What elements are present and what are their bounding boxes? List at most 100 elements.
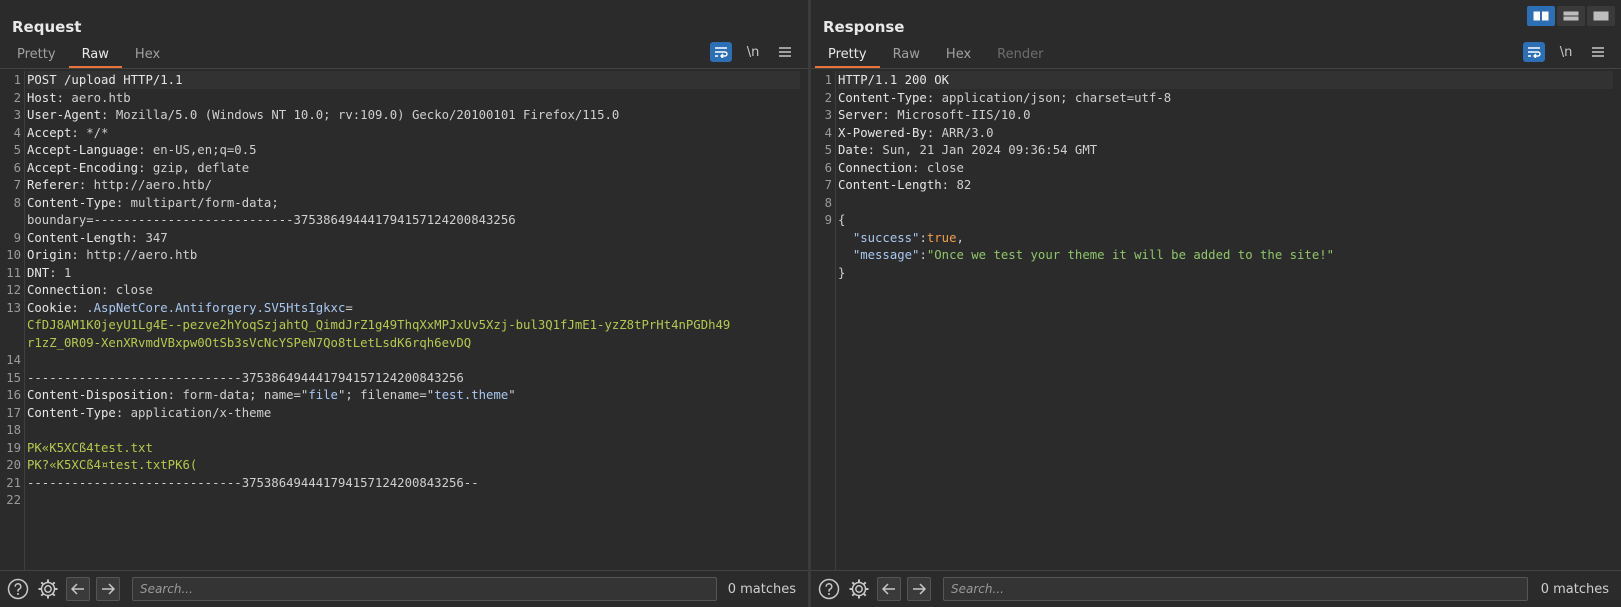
code-token: Content-Type <box>27 195 116 210</box>
code-line[interactable]: Accept-Language: en-US,en;q=0.5 <box>27 141 800 159</box>
response-tabs: Pretty Raw Hex Render <box>815 42 1056 68</box>
code-token: : <box>919 230 927 245</box>
code-line[interactable]: Origin: http://aero.htb <box>27 246 800 264</box>
response-footer: 0 matches <box>811 570 1621 607</box>
request-footer: 0 matches <box>0 570 808 607</box>
code-token: : 1 <box>49 265 72 280</box>
code-token: Server <box>838 108 883 122</box>
line-number: 4 <box>13 125 21 140</box>
code-token: Host <box>27 90 57 105</box>
line-number: 21 <box>6 475 21 490</box>
code-line[interactable]: Content-Disposition: form-data; name="fi… <box>27 386 800 404</box>
response-tab-render[interactable]: Render <box>984 42 1056 68</box>
code-token: : multipart/form-data; <box>115 195 279 210</box>
code-line[interactable]: Content-Type: multipart/form-data; <box>27 194 800 212</box>
code-line[interactable]: r1zZ_0R09-XenXRvmdVBxpw0OtSb3sVcNcYSPeN7… <box>27 334 800 352</box>
help-icon[interactable] <box>6 577 30 601</box>
gear-icon[interactable] <box>36 577 60 601</box>
line-number: 20 <box>6 458 21 472</box>
arrow-left-icon[interactable] <box>877 577 901 601</box>
code-line[interactable]: PK«K5XCß4test.txt <box>27 439 800 457</box>
code-token: : form-data; name=" <box>167 388 309 402</box>
code-token: DNT <box>27 265 50 280</box>
code-line[interactable]: X-Powered-By: ARR/3.0 <box>838 124 1613 142</box>
request-tab-pretty[interactable]: Pretty <box>4 42 69 68</box>
code-line[interactable]: { <box>838 211 1613 229</box>
arrow-left-icon[interactable] <box>66 577 90 601</box>
code-line[interactable]: "message":"Once we test your theme it wi… <box>838 246 1613 264</box>
code-token: : http://aero.htb <box>71 248 198 262</box>
response-tab-pretty[interactable]: Pretty <box>815 42 880 68</box>
code-line[interactable]: User-Agent: Mozilla/5.0 (Windows NT 10.0… <box>27 106 800 124</box>
code-line[interactable] <box>27 351 800 369</box>
code-token: : Mozilla/5.0 (Windows NT 10.0; rv:109.0… <box>101 108 620 122</box>
code-line[interactable]: Content-Type: application/x-theme <box>27 404 800 422</box>
response-tab-raw[interactable]: Raw <box>880 42 933 68</box>
code-line[interactable]: HTTP/1.1 200 OK <box>838 71 1613 89</box>
code-token: : application/x-theme <box>115 405 272 420</box>
code-line[interactable]: Content-Type: application/json; charset=… <box>838 89 1613 107</box>
response-tab-hex[interactable]: Hex <box>933 42 984 68</box>
response-editor[interactable]: 1 2 3 4 5 6 7 8 9 HTTP/1.1 200 OK Content-Type: a… <box>811 71 1621 570</box>
single-pane-icon[interactable] <box>1587 6 1615 26</box>
arrow-right-icon[interactable] <box>96 577 120 601</box>
code-line[interactable]: POST /upload HTTP/1.1 <box>27 71 800 89</box>
code-line[interactable]: PK?«K5XCß4¤test.txtPK6( <box>27 456 800 474</box>
menu-icon[interactable] <box>1587 42 1609 62</box>
code-line[interactable]: Accept-Encoding: gzip, deflate <box>27 159 800 177</box>
newline-toggle[interactable]: \n <box>742 42 764 62</box>
code-line[interactable]: "success":true, <box>838 229 1613 247</box>
code-token: { <box>838 213 846 227</box>
request-tab-raw[interactable]: Raw <box>68 42 122 68</box>
menu-icon[interactable] <box>774 42 796 62</box>
code-line[interactable] <box>27 421 800 439</box>
response-search-input[interactable] <box>943 577 1528 601</box>
line-number: 10 <box>6 248 21 262</box>
code-token: Cookie <box>27 300 72 315</box>
split-horizontal-icon[interactable] <box>1527 6 1555 26</box>
line-number: 5 <box>13 143 21 157</box>
line-number: 19 <box>6 440 21 455</box>
code-token: Referer <box>27 178 79 192</box>
code-line[interactable] <box>838 194 1613 212</box>
code-line[interactable]: Content-Length: 347 <box>27 229 800 247</box>
code-token: r1zZ_0R09-XenXRvmdVBxpw0OtSb3sVcNcYSPeN7… <box>27 335 472 350</box>
code-line[interactable]: Cookie: .AspNetCore.Antiforgery.SV5HtsIg… <box>27 299 800 317</box>
line-number: 16 <box>6 388 21 402</box>
split-vertical-icon[interactable] <box>1557 6 1585 26</box>
line-number: 6 <box>13 160 21 175</box>
code-line[interactable]: Content-Length: 82 <box>838 176 1613 194</box>
code-line[interactable]: } <box>838 264 1613 282</box>
code-line[interactable]: -----------------------------37538649444… <box>27 369 800 387</box>
code-token: -----------------------------37538649444… <box>27 475 479 490</box>
line-number: 3 <box>13 108 21 122</box>
request-editor[interactable]: 1 2 3 4 5 6 7 8 9 10 11 12 13 14 15 16 17 18 19 20 21 22 POST… <box>0 71 808 570</box>
code-line[interactable]: -----------------------------37538649444… <box>27 474 800 492</box>
help-icon[interactable] <box>817 577 841 601</box>
code-token: PK«K5XCß4test.txt <box>27 440 153 455</box>
code-line[interactable]: Referer: http://aero.htb/ <box>27 176 800 194</box>
line-number: 17 <box>6 405 21 420</box>
request-search-input[interactable] <box>132 577 717 601</box>
code-line[interactable] <box>27 491 800 509</box>
code-line[interactable]: Connection: close <box>27 281 800 299</box>
code-line[interactable]: boundary=---------------------------3753… <box>27 211 800 229</box>
arrow-right-icon[interactable] <box>907 577 931 601</box>
code-line[interactable]: Accept: */* <box>27 124 800 142</box>
code-line[interactable]: CfDJ8AM1K0jeyU1Lg4E--pezve2hYoqSzjahtQ_Q… <box>27 316 800 334</box>
newline-toggle[interactable]: \n <box>1555 42 1577 62</box>
code-token: : 347 <box>130 230 168 245</box>
code-line[interactable]: DNT: 1 <box>27 264 800 282</box>
line-number: 3 <box>824 108 832 122</box>
code-token: } <box>838 265 846 280</box>
code-line[interactable]: Date: Sun, 21 Jan 2024 09:36:54 GMT <box>838 141 1613 159</box>
code-line[interactable]: Server: Microsoft-IIS/10.0 <box>838 106 1613 124</box>
code-line[interactable]: Connection: close <box>838 159 1613 177</box>
code-token: CfDJ8AM1K0jeyU1Lg4E--pezve2hYoqSzjahtQ_Q… <box>27 318 731 332</box>
request-tab-hex[interactable]: Hex <box>122 42 173 68</box>
code-line[interactable]: Host: aero.htb <box>27 89 800 107</box>
gear-icon[interactable] <box>847 577 871 601</box>
wrap-lines-icon[interactable] <box>710 42 732 62</box>
request-title: Request <box>12 18 82 36</box>
wrap-lines-icon[interactable] <box>1523 42 1545 62</box>
